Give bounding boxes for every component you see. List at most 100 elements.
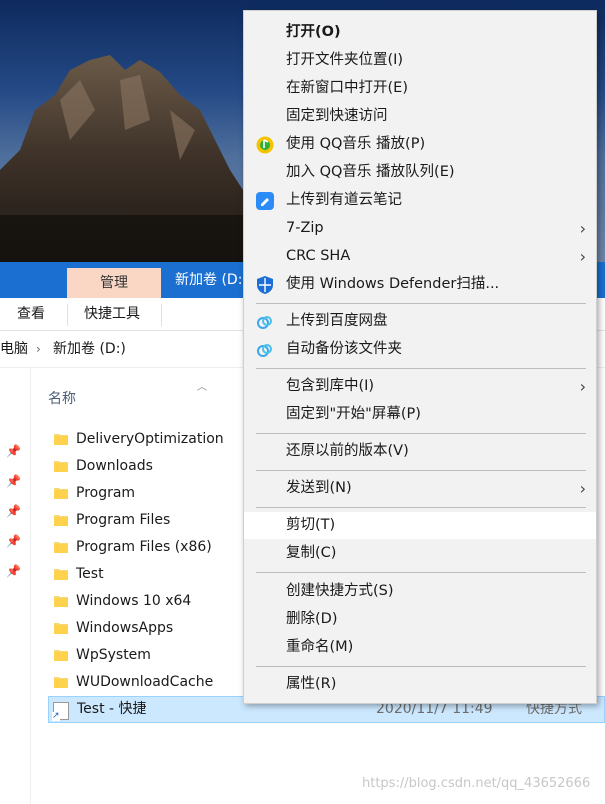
menu-item-label: 属性(R) — [286, 676, 337, 692]
menu-item-rename[interactable]: 重命名(M) — [244, 634, 596, 661]
file-name: WUDownloadCache — [76, 674, 214, 690]
ribbon-divider — [67, 304, 68, 326]
breadcrumb-volume-d[interactable]: 新加卷 (D:) — [53, 331, 126, 367]
menu-item-pin-start[interactable]: 固定到"开始"屏幕(P) — [244, 401, 596, 428]
menu-item-label: 使用 QQ音乐 播放(P) — [286, 136, 426, 152]
defender-shield-icon — [257, 276, 273, 294]
menu-item-open[interactable]: 打开(O) — [244, 19, 596, 46]
menu-item-label: 自动备份该文件夹 — [286, 341, 402, 357]
menu-item-label: 剪切(T) — [286, 517, 336, 533]
pin-icon: 📌 — [6, 504, 21, 518]
file-name: Downloads — [76, 458, 153, 474]
file-name: Program — [76, 485, 136, 501]
folder-icon — [54, 488, 68, 499]
menu-item-defender-scan[interactable]: 使用 Windows Defender扫描... — [244, 271, 596, 298]
folder-icon — [54, 515, 68, 526]
menu-item-label: 上传到有道云笔记 — [286, 192, 402, 208]
youdao-note-icon — [256, 192, 274, 210]
shortcut-icon: ↗ — [52, 702, 69, 721]
context-menu: 打开(O) 打开文件夹位置(I) 在新窗口中打开(E) 固定到快速访问 使用 Q… — [243, 10, 597, 704]
menu-item-label: 删除(D) — [286, 611, 338, 627]
folder-icon — [54, 569, 68, 580]
breadcrumb-chevron-icon[interactable]: › — [36, 331, 41, 367]
menu-item-label: 创建快捷方式(S) — [286, 583, 394, 599]
file-name: WpSystem — [76, 647, 151, 663]
menu-separator — [256, 572, 586, 573]
folder-icon — [54, 461, 68, 472]
menu-item-open-location[interactable]: 打开文件夹位置(I) — [244, 47, 596, 74]
ribbon-tab-manage[interactable]: 管理 — [67, 268, 161, 298]
ribbon-divider — [161, 304, 162, 326]
menu-item-label: 打开文件夹位置(I) — [286, 52, 404, 68]
menu-item-crc-sha[interactable]: CRC SHA › — [244, 243, 596, 270]
breadcrumb-this-pc[interactable]: 电脑 — [0, 331, 28, 367]
menu-separator — [256, 507, 586, 508]
menu-item-qqmusic-queue[interactable]: 加入 QQ音乐 播放队列(E) — [244, 159, 596, 186]
pin-icon: 📌 — [6, 444, 21, 458]
file-name: Test — [76, 566, 104, 582]
menu-item-delete[interactable]: 删除(D) — [244, 606, 596, 633]
menu-separator — [256, 368, 586, 369]
menu-item-restore-versions[interactable]: 还原以前的版本(V) — [244, 438, 596, 465]
chevron-right-icon: › — [579, 219, 586, 238]
folder-icon — [54, 677, 68, 688]
menu-item-open-new-window[interactable]: 在新窗口中打开(E) — [244, 75, 596, 102]
menu-item-cut[interactable]: 剪切(T) — [244, 512, 596, 539]
menu-item-label: 加入 QQ音乐 播放队列(E) — [286, 164, 455, 180]
column-header-name[interactable]: 名称 — [48, 388, 76, 410]
folder-icon — [54, 623, 68, 634]
menu-item-label: 使用 Windows Defender扫描... — [286, 276, 500, 292]
chevron-right-icon: › — [579, 479, 586, 498]
ribbon-tab-view[interactable]: 查看 — [17, 298, 45, 330]
baidu-netdisk-icon — [257, 344, 272, 357]
menu-separator — [256, 666, 586, 667]
file-name: Test - 快捷 — [77, 701, 147, 717]
menu-item-include-library[interactable]: 包含到库中(I) › — [244, 373, 596, 400]
menu-item-label: 在新窗口中打开(E) — [286, 80, 408, 96]
pin-icon: 📌 — [6, 564, 21, 578]
menu-item-create-shortcut[interactable]: 创建快捷方式(S) — [244, 578, 596, 605]
folder-icon — [54, 650, 68, 661]
sort-ascending-icon: ︿ — [197, 382, 207, 393]
menu-item-label: 7-Zip — [286, 220, 324, 236]
menu-item-label: 重命名(M) — [286, 639, 354, 655]
baidu-netdisk-icon — [257, 316, 272, 329]
menu-item-label: 上传到百度网盘 — [286, 313, 388, 329]
menu-item-properties[interactable]: 属性(R) — [244, 671, 596, 698]
menu-item-label: 固定到快速访问 — [286, 108, 388, 124]
pin-icon: 📌 — [6, 474, 21, 488]
ribbon-tab-shortcut-tools[interactable]: 快捷工具 — [84, 298, 140, 330]
file-name: Program Files — [76, 512, 171, 528]
navigation-pane: 📌 📌 📌 📌 📌 — [0, 368, 31, 804]
menu-item-qqmusic-play[interactable]: 使用 QQ音乐 播放(P) — [244, 131, 596, 158]
chevron-right-icon: › — [579, 377, 586, 396]
folder-icon — [54, 542, 68, 553]
menu-item-label: 包含到库中(I) — [286, 378, 375, 394]
menu-separator — [256, 433, 586, 434]
window-title: 新加卷 (D: — [175, 272, 243, 288]
file-name: DeliveryOptimization — [76, 431, 224, 447]
menu-item-send-to[interactable]: 发送到(N) › — [244, 475, 596, 502]
menu-item-label: 还原以前的版本(V) — [286, 443, 409, 459]
file-name: Windows 10 x64 — [76, 593, 192, 609]
menu-item-label: 发送到(N) — [286, 480, 352, 496]
menu-item-youdao-note[interactable]: 上传到有道云笔记 — [244, 187, 596, 214]
watermark: https://blog.csdn.net/qq_43652666 — [362, 776, 591, 791]
menu-item-label: 打开(O) — [286, 24, 341, 40]
file-name: Program Files (x86) — [76, 539, 212, 555]
menu-item-label: CRC SHA — [286, 248, 351, 264]
menu-item-baidu-backup[interactable]: 自动备份该文件夹 — [244, 336, 596, 363]
menu-separator — [256, 303, 586, 304]
folder-icon — [54, 596, 68, 607]
qqmusic-icon — [256, 136, 274, 154]
folder-icon — [54, 434, 68, 445]
menu-item-copy[interactable]: 复制(C) — [244, 540, 596, 567]
menu-item-baidu-upload[interactable]: 上传到百度网盘 — [244, 308, 596, 335]
chevron-right-icon: › — [579, 247, 586, 266]
menu-separator — [256, 470, 586, 471]
menu-item-pin-quick-access[interactable]: 固定到快速访问 — [244, 103, 596, 130]
menu-item-label: 复制(C) — [286, 545, 337, 561]
pin-icon: 📌 — [6, 534, 21, 548]
menu-item-7zip[interactable]: 7-Zip › — [244, 215, 596, 242]
menu-item-label: 固定到"开始"屏幕(P) — [286, 406, 421, 422]
